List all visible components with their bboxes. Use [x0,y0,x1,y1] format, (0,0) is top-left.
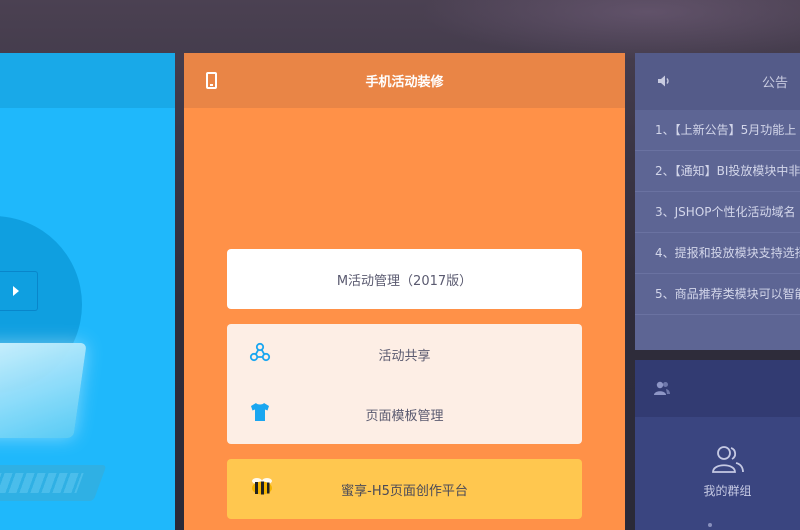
my-groups-link[interactable]: 我的群组 [690,444,765,499]
announcement-list: 1、【上新公告】5月功能上 2、【通知】BI投放模块中非 3、JSHOP个性化活… [635,110,800,315]
announcement-item[interactable]: 2、【通知】BI投放模块中非 [635,151,800,192]
tshirt-icon [249,402,271,426]
enter-button[interactable] [0,271,38,311]
mobile-panel-header: 手机活动装修 [184,53,625,108]
share-template-card: 活动共享 页面模板管理 [227,324,582,444]
m-activity-manage-label: M活动管理（2017版） [336,273,473,289]
background-decoration [420,0,800,60]
page-template-link[interactable]: 页面模板管理 [227,384,582,444]
laptop-keyboard-illustration [0,465,107,501]
announcement-item[interactable]: 5、商品推荐类模块可以智能 [635,274,800,315]
bee-icon [249,477,275,501]
announcement-item[interactable]: 4、提报和投放模块支持选择 [635,233,800,274]
share-icon [249,342,271,366]
phone-icon [206,72,217,89]
h5-platform-label: 蜜享-H5页面创作平台 [341,483,468,499]
h5-platform-card: 蜜享-H5页面创作平台 [227,459,582,519]
h5-platform-link[interactable]: 蜜享-H5页面创作平台 [227,459,582,519]
m-activity-manage-link[interactable]: ★ M活动管理（2017版） [227,249,582,309]
people-icon [654,381,670,395]
announcement-title: 公告 [762,76,789,91]
panel-title: 手机活动装修 [365,75,444,90]
keyboard-keys [0,473,84,493]
scroll-indicator [708,523,712,527]
pc-panel-header [0,53,175,108]
pc-activity-panel [0,53,175,530]
m-activity-card: ★ M活动管理（2017版） [227,249,582,309]
announcement-item[interactable]: 3、JSHOP个性化活动域名 [635,192,800,233]
mobile-activity-panel: 手机活动装修 ★ M活动管理（2017版） 活动共享 页面模板管理 蜜享-H5页… [184,53,625,530]
page-template-label: 页面模板管理 [365,408,444,424]
group-panel-header [635,360,800,417]
my-groups-label: 我的群组 [703,484,752,498]
announcement-item[interactable]: 1、【上新公告】5月功能上 [635,110,800,151]
activity-share-link[interactable]: 活动共享 [227,324,582,384]
activity-share-label: 活动共享 [378,348,431,364]
group-icon [711,446,744,473]
announcement-header: 公告 [635,53,800,110]
laptop-illustration [0,343,87,438]
announcement-panel: 公告 1、【上新公告】5月功能上 2、【通知】BI投放模块中非 3、JSHOP个… [635,53,800,350]
group-panel: 我的群组 [635,360,800,530]
play-arrow-icon [13,286,19,296]
speaker-icon [658,75,669,87]
